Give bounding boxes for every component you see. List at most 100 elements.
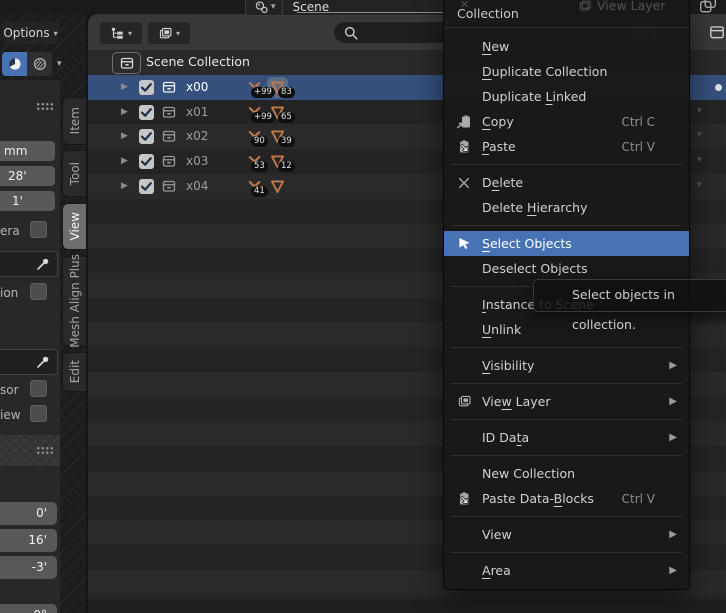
falloff-button-group: ▾ — [2, 52, 62, 76]
tab-mesh-align-plus[interactable]: Mesh Align Plus — [62, 254, 86, 348]
menu-item-label: Visibility — [482, 358, 535, 373]
menu-item-label: Copy — [482, 114, 514, 129]
n-panel: mm 28' 1' era ion sor iew 0' 16' -3' — [0, 80, 60, 613]
empties-count-badge: +99 — [251, 86, 275, 98]
collection-name: x03 — [186, 154, 209, 168]
chevron-down-icon[interactable]: ▾ — [57, 59, 62, 69]
menu-item-delete[interactable]: Delete — [444, 170, 689, 195]
menu-item-new[interactable]: New — [444, 34, 689, 59]
menu-item-shortcut: Ctrl C — [621, 114, 655, 129]
filter-image-dropdown[interactable]: ▾ — [148, 22, 190, 44]
menu-separator — [451, 383, 682, 384]
camera-to-view-checkbox[interactable] — [30, 405, 47, 422]
clip-end-field[interactable]: 1' — [0, 191, 55, 211]
collection-name: x00 — [186, 79, 209, 94]
lock-cursor-label: sor — [0, 383, 19, 397]
collection-checkbox[interactable] — [139, 154, 154, 169]
menu-item-label: Paste Data-Blocks — [482, 491, 594, 506]
focal-length-field[interactable]: mm — [0, 141, 55, 161]
menu-item-new-collection[interactable]: New Collection — [444, 461, 689, 486]
options-label: Options — [3, 26, 50, 40]
blank-icon — [454, 64, 474, 80]
options-dropdown[interactable]: Options ▾ — [3, 22, 58, 44]
collection-checkbox[interactable] — [139, 104, 154, 120]
menu-item-view[interactable]: View ▶ — [444, 522, 689, 547]
display-mode-dropdown[interactable]: ▾ — [100, 22, 142, 44]
tab-edit[interactable]: Edit — [62, 352, 86, 392]
menu-item-id-data[interactable]: ID Data ▶ — [444, 425, 689, 450]
menu-item-area[interactable]: Area ▶ — [444, 558, 689, 583]
menu-item-label: Select Objects — [482, 236, 572, 251]
menu-item-duplicate-linked[interactable]: Duplicate Linked — [444, 84, 689, 109]
lock-object-field[interactable] — [0, 349, 58, 375]
copy-icon — [454, 114, 474, 130]
menu-item-paste-data-blocks[interactable]: Paste Data-Blocks Ctrl V — [444, 486, 689, 511]
blank-icon — [454, 89, 474, 105]
camera-object-field[interactable] — [0, 251, 58, 277]
menu-item-select-objects[interactable]: Select Objects — [444, 231, 689, 256]
menu-item-label: ID Data — [482, 430, 530, 445]
chevron-down-icon: ▾ — [53, 28, 58, 38]
paste-icon — [454, 491, 474, 507]
collection-name: x04 — [186, 178, 209, 193]
falloff-sphere-button-active[interactable] — [2, 52, 27, 76]
menu-item-label: Duplicate Linked — [482, 89, 587, 104]
panel-header[interactable] — [0, 435, 60, 466]
menu-item-copy[interactable]: Copy Ctrl C — [444, 109, 689, 134]
menu-item-label: Paste — [482, 139, 516, 154]
clip-start-field[interactable]: 28' — [0, 166, 55, 186]
tab-item[interactable]: Item — [62, 97, 86, 145]
disclosure-triangle-icon[interactable]: ▶ — [121, 156, 128, 166]
collection-checkbox[interactable] — [139, 178, 154, 194]
scene-selector[interactable]: ▾ Scene — [245, 0, 473, 16]
menu-item-delete-hierarchy[interactable]: Delete Hierarchy — [444, 195, 689, 220]
tab-label: Item — [67, 107, 82, 135]
disclosure-triangle-icon[interactable]: ▶ — [121, 82, 128, 92]
menu-separator — [451, 419, 682, 420]
rotation-field[interactable]: 0° — [0, 604, 57, 613]
local-camera-label: era — [0, 224, 20, 238]
blank-icon — [454, 466, 474, 482]
local-camera-checkbox[interactable] — [30, 221, 47, 238]
menu-item-paste[interactable]: Paste Ctrl V — [444, 134, 689, 159]
menu-item-label: New Collection — [482, 466, 576, 481]
location-z-field[interactable]: -3' — [0, 556, 57, 579]
location-x-field[interactable]: 0' — [0, 502, 57, 525]
collection-icon — [161, 128, 177, 144]
collection-checkbox[interactable] — [139, 79, 154, 95]
location-y-field[interactable]: 16' — [0, 529, 57, 552]
chevron-down-icon: ▾ — [127, 28, 132, 38]
menu-item-duplicate-collection[interactable]: Duplicate Collection — [444, 59, 689, 84]
menu-item-visibility[interactable]: Visibility ▶ — [444, 353, 689, 378]
collection-checkbox[interactable] — [139, 129, 154, 145]
menu-item-label: View — [482, 527, 512, 542]
divider — [281, 0, 283, 15]
new-collection-button[interactable] — [708, 23, 726, 41]
outliner-footer — [88, 600, 726, 613]
disclosure-triangle-icon[interactable]: ▶ — [121, 181, 128, 191]
blank-icon — [454, 358, 474, 374]
collection-name: x01 — [186, 104, 209, 119]
eyedropper-icon — [37, 356, 49, 368]
lock-cursor-checkbox[interactable] — [30, 380, 47, 397]
panel-drag-handle[interactable] — [36, 446, 53, 454]
render-region-checkbox[interactable] — [30, 283, 47, 300]
menu-item-unlink[interactable]: Unlink — [444, 317, 689, 342]
meshes-count-badge: 83 — [278, 86, 295, 98]
disclosure-triangle-icon[interactable]: ▶ — [121, 131, 128, 141]
panel-drag-handle[interactable] — [36, 102, 53, 110]
menu-item-deselect-objects[interactable]: Deselect Objects — [444, 256, 689, 281]
menu-item-view-layer[interactable]: View Layer ▶ — [444, 389, 689, 414]
chevron-down-icon: ▾ — [697, 130, 702, 141]
disclosure-triangle-icon[interactable]: ▶ — [121, 107, 128, 117]
menu-separator — [451, 552, 682, 553]
camera-to-view-label: iew — [0, 408, 21, 422]
falloff-sphere-button[interactable] — [27, 52, 52, 76]
empties-count-badge: 53 — [251, 161, 268, 172]
collection-icon — [161, 104, 177, 120]
duplicate-icon[interactable] — [699, 0, 717, 14]
tab-tool[interactable]: Tool — [62, 150, 86, 197]
tab-view[interactable]: View — [62, 203, 86, 250]
tab-label: Mesh Align Plus — [67, 254, 82, 348]
filter-image-icon — [159, 27, 172, 38]
